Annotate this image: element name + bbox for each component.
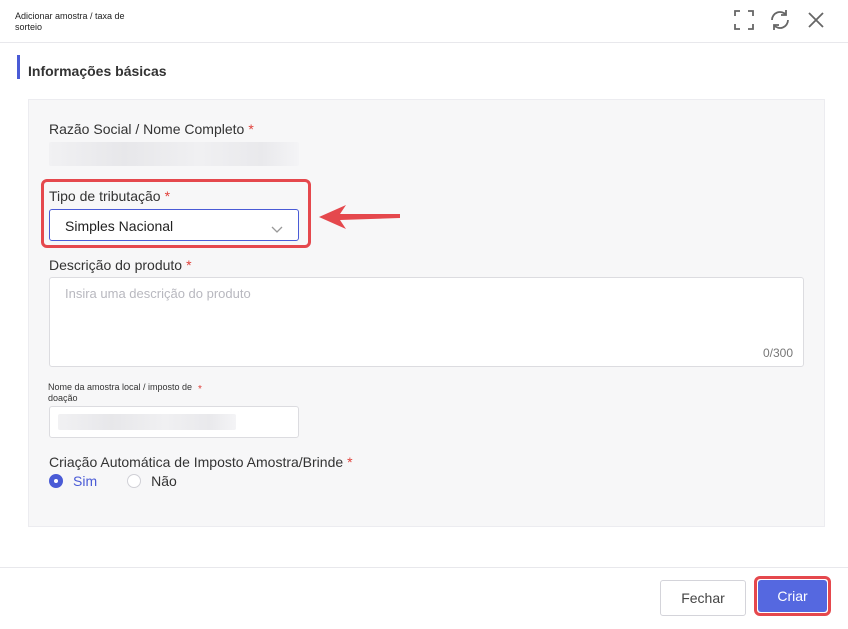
refresh-icon[interactable]: [768, 8, 792, 32]
dialog-title: Adicionar amostra / taxa de sorteio: [15, 11, 125, 32]
radio-label-sim: Sim: [73, 473, 98, 489]
dialog-header: Adicionar amostra / taxa de sorteio: [0, 0, 848, 43]
tax-type-selected-value: Simples Nacional: [65, 218, 174, 234]
radio-option-nao[interactable]: Não: [127, 473, 177, 489]
tax-type-select[interactable]: Simples Nacional: [49, 209, 299, 241]
local-sample-name-value-redacted: [58, 414, 236, 430]
section-accent-bar: [17, 55, 20, 79]
product-description-label: Descrição do produto *: [49, 257, 192, 273]
company-name-label-text: Razão Social / Nome Completo: [49, 121, 245, 137]
product-description-textarea[interactable]: Insira uma descrição do produto 0/300: [49, 277, 804, 367]
create-button[interactable]: Criar: [758, 580, 827, 612]
product-description-placeholder: Insira uma descrição do produto: [65, 286, 251, 301]
chevron-down-icon: [271, 221, 283, 239]
product-description-label-text: Descrição do produto: [49, 257, 183, 273]
required-mark: *: [198, 384, 202, 395]
character-counter: 0/300: [762, 346, 793, 360]
local-sample-name-label: Nome da amostra local / imposto de doaçã…: [48, 382, 193, 403]
radio-label-nao: Não: [151, 473, 177, 489]
company-name-value-redacted[interactable]: [49, 142, 299, 166]
auto-tax-label-text: Criação Automática de Imposto Amostra/Br…: [49, 454, 344, 470]
required-mark: *: [347, 454, 353, 470]
close-button[interactable]: Fechar: [660, 580, 746, 616]
section-title: Informações básicas: [28, 63, 167, 79]
auto-tax-radio-group: Sim Não: [49, 473, 177, 489]
annotation-arrow-icon: [319, 205, 400, 229]
required-mark: *: [164, 188, 171, 204]
company-name-label: Razão Social / Nome Completo *: [49, 121, 254, 137]
tax-type-label: Tipo de tributação *: [49, 188, 170, 204]
local-sample-name-input[interactable]: [49, 406, 299, 438]
radio-unchecked-icon: [127, 474, 142, 488]
auto-tax-label: Criação Automática de Imposto Amostra/Br…: [49, 454, 353, 470]
tax-type-label-text: Tipo de tributação: [49, 188, 161, 204]
close-icon[interactable]: [804, 8, 828, 32]
header-icons: [732, 8, 828, 32]
fullscreen-icon[interactable]: [732, 8, 756, 32]
required-mark: *: [186, 257, 192, 273]
radio-checked-icon: [49, 474, 63, 488]
required-mark: *: [248, 121, 254, 137]
radio-option-sim[interactable]: Sim: [49, 473, 97, 489]
